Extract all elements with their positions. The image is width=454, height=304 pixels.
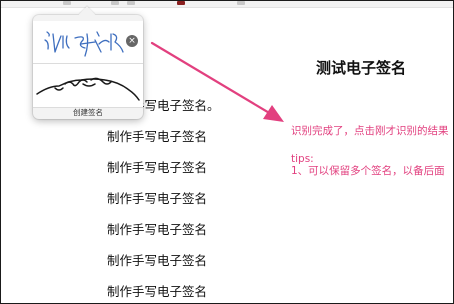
toolbar-icon[interactable] [127, 1, 135, 5]
signature-popover: × 创建签名 [33, 6, 143, 119]
document-line: 制作手写电子签名 [107, 191, 208, 206]
saved-signature-2[interactable] [33, 64, 143, 108]
create-signature-button[interactable]: 创建签名 [33, 107, 143, 119]
toolbar-icon[interactable] [237, 1, 245, 5]
delete-signature-button[interactable]: × [126, 35, 138, 47]
app-window: 测试电子签名 制作手写电子签名。 制作手写电子签名 制作手写电子签名 制作手写电… [0, 0, 454, 304]
signature-ink-blue [44, 31, 124, 57]
toolbar-icon[interactable] [177, 1, 185, 5]
saved-signature-1[interactable]: × [33, 21, 143, 64]
document-line: 制作手写电子签名 [107, 129, 208, 144]
toolbar-icon[interactable] [63, 1, 71, 5]
document-line: 制作手写电子签名 [107, 222, 208, 237]
toolbar-icon[interactable] [111, 1, 119, 5]
document-body: 制作手写电子签名。 制作手写电子签名 制作手写电子签名 制作手写电子签名 制作手… [107, 97, 220, 303]
document-line: 制作手写电子签名 [107, 253, 208, 268]
document-line: 制作手写电子签名 [107, 160, 208, 175]
signature-ink-black [36, 77, 140, 101]
tip-item: 1、可以保留多个签名，以备后面 [291, 165, 445, 177]
result-note: 识别完成了，点击刚才识别的结果 [291, 125, 449, 137]
document-title: 测试电子签名 [315, 59, 406, 77]
document-line: 制作手写电子签名 [107, 284, 208, 299]
toolbar-strip [1, 1, 453, 8]
